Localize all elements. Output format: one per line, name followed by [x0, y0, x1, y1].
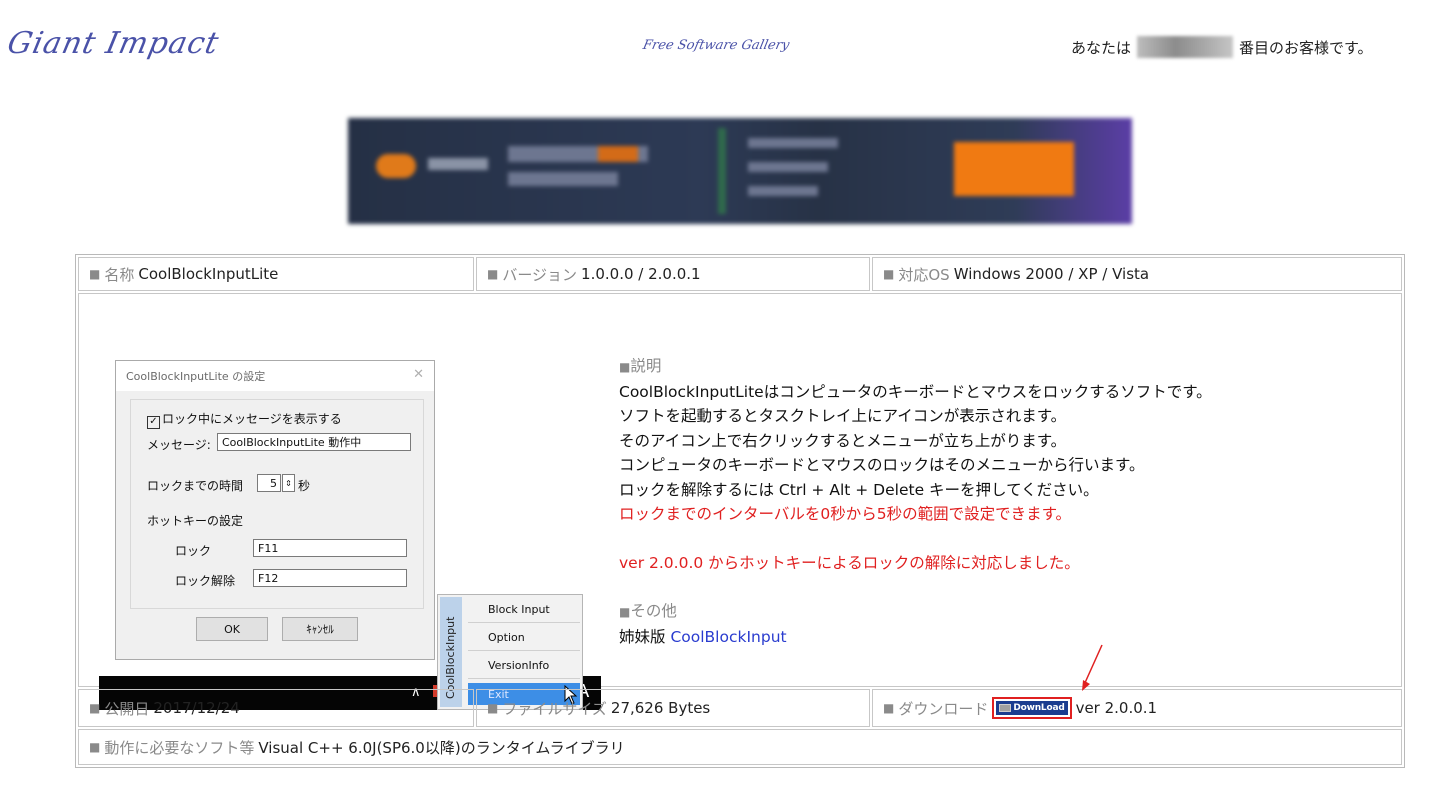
download-button[interactable]: DownLoad	[992, 697, 1072, 719]
download-version: ver 2.0.0.1	[1075, 699, 1158, 717]
version-value: 1.0.0.0 / 2.0.0.1	[581, 265, 701, 283]
description-line: コンピュータのキーボードとマウスのロックはそのメニューから行います。	[619, 456, 1145, 474]
sister-software-link[interactable]: CoolBlockInput	[670, 628, 786, 646]
cancel-button[interactable]: ｷｬﾝｾﾙ	[282, 617, 358, 641]
ad-banner-blurred[interactable]	[348, 118, 1132, 224]
size-label: ファイルサイズ	[502, 699, 607, 718]
interval-note: ロックまでのインターバルを0秒から5秒の範囲で設定できます。	[619, 505, 1072, 523]
spin-updown-icon[interactable]: ⇕	[282, 474, 295, 492]
description-line: CoolBlockInputLiteはコンピュータのキーボードとマウスをロックす…	[619, 382, 1212, 401]
description-block: ■説明 CoolBlockInputLiteはコンピュータのキーボードとマウスを…	[619, 354, 1212, 649]
app-screenshot: CoolBlockInputLite の設定 ✕ ✓ ロック中にメッセージを表示す…	[99, 356, 601, 712]
show-message-option[interactable]: ✓ ロック中にメッセージを表示する	[147, 410, 342, 429]
dialog-title-bar: CoolBlockInputLite の設定 ✕	[116, 361, 434, 391]
os-label: 対応OS	[898, 265, 950, 284]
description-line: ロックを解除するには Ctrl + Alt + Delete キーを押してくださ…	[619, 480, 1099, 499]
download-label: ダウンロード	[898, 699, 989, 718]
name-value: CoolBlockInputLite	[138, 265, 279, 283]
site-tagline[interactable]: Free Software Gallery	[641, 38, 790, 53]
unlock-hotkey-input[interactable]: F12	[253, 569, 407, 587]
download-cell: ■ ダウンロード DownLoad ver 2.0.0.1	[872, 689, 1402, 727]
lock-hotkey-label: ロック	[175, 544, 212, 558]
lock-hotkey-input[interactable]: F11	[253, 539, 407, 557]
sister-prefix: 姉妹版	[619, 627, 666, 646]
lock-time-input[interactable]: 5	[257, 474, 281, 492]
size-value: 27,626 Bytes	[610, 699, 711, 717]
disk-icon	[999, 704, 1012, 712]
site-logo[interactable]: Giant Impact	[4, 26, 222, 61]
software-info-table: ■ 名称 CoolBlockInputLite ■ バージョン 1.0.0.0 …	[75, 254, 1405, 768]
menu-item-version-info[interactable]: VersionInfo	[468, 653, 580, 679]
file-size-cell: ■ ファイルサイズ 27,626 Bytes	[476, 689, 870, 727]
menu-side-label: CoolBlockInput	[444, 616, 457, 699]
message-label: メッセージ:	[147, 438, 211, 452]
requirements-value: Visual C++ 6.0J(SP6.0以降)のランタイムライブラリ	[258, 738, 625, 757]
message-input[interactable]: CoolBlockInputLite 動作中	[217, 433, 411, 451]
requirements-cell: ■ 動作に必要なソフト等 Visual C++ 6.0J(SP6.0以降)のラン…	[78, 729, 1402, 765]
close-icon[interactable]: ✕	[413, 367, 424, 382]
name-label: 名称	[104, 265, 135, 284]
visitor-suffix: 番目のお客様です。	[1239, 38, 1373, 57]
hotkey-unlock-note: ver 2.0.0.0 からホットキーによるロックの解除に対応しました。	[619, 553, 1080, 572]
visitor-prefix: あなたは	[1071, 38, 1132, 57]
name-cell: ■ 名称 CoolBlockInputLite	[78, 257, 474, 291]
settings-dialog: CoolBlockInputLite の設定 ✕ ✓ ロック中にメッセージを表示す…	[115, 360, 435, 660]
lock-time-label: ロックまでの時間	[147, 479, 244, 493]
os-value: Windows 2000 / XP / Vista	[953, 265, 1150, 283]
dialog-title: CoolBlockInputLite の設定	[126, 370, 266, 383]
description-heading: ■説明	[619, 357, 662, 375]
release-value: 2017/12/24	[153, 699, 240, 717]
menu-item-block-input[interactable]: Block Input	[468, 597, 580, 623]
visitor-counter: あなたは 番目のお客様です。	[1071, 36, 1373, 58]
main-content-cell: CoolBlockInputLite の設定 ✕ ✓ ロック中にメッセージを表示す…	[78, 293, 1402, 710]
show-message-label: ロック中にメッセージを表示する	[162, 412, 342, 426]
os-cell: ■ 対応OS Windows 2000 / XP / Vista	[872, 257, 1402, 291]
unlock-hotkey-label: ロック解除	[175, 574, 236, 588]
lock-time-unit: 秒	[298, 479, 311, 493]
ok-button[interactable]: OK	[196, 617, 268, 641]
description-line: そのアイコン上で右クリックするとメニューが立ち上がります。	[619, 431, 1067, 450]
visitor-count-blurred	[1137, 36, 1234, 58]
dialog-group: ✓ ロック中にメッセージを表示する メッセージ: CoolBlockInputLi…	[130, 399, 424, 609]
description-line: ソフトを起動するとタスクトレイ上にアイコンが表示されます。	[619, 407, 1067, 425]
hotkey-heading: ホットキーの設定	[147, 514, 244, 528]
version-cell: ■ バージョン 1.0.0.0 / 2.0.0.1	[476, 257, 870, 291]
requirements-label: 動作に必要なソフト等	[104, 738, 255, 757]
annotation-arrow-icon	[1082, 644, 1103, 691]
other-heading: ■その他	[619, 602, 677, 620]
menu-item-option[interactable]: Option	[468, 625, 580, 651]
release-label: 公開日	[104, 699, 150, 718]
sister-version-line: 姉妹版 CoolBlockInput	[619, 625, 1212, 650]
checkbox-checked-icon[interactable]: ✓	[147, 416, 160, 429]
version-label: バージョン	[502, 265, 578, 284]
release-date-cell: ■ 公開日 2017/12/24	[78, 689, 474, 727]
